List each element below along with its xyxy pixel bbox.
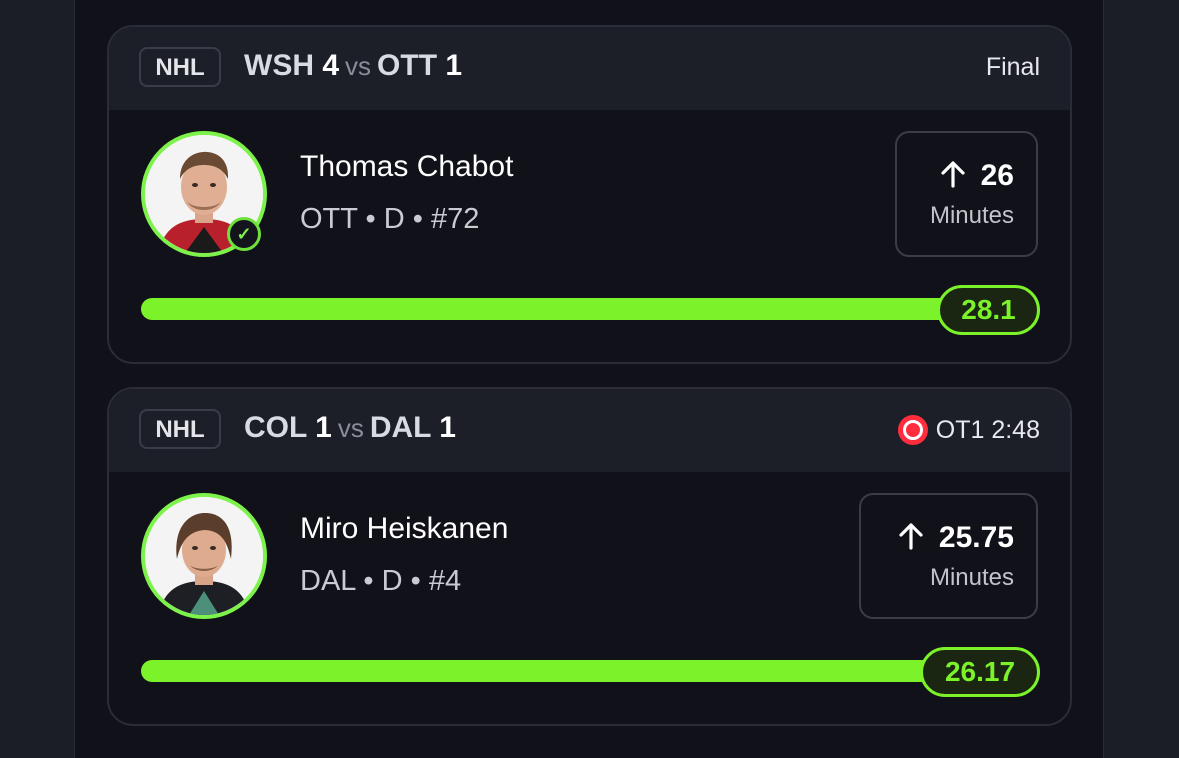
game-status-text: OT1 2:48: [935, 415, 1040, 444]
progress-value-pill: 28.1: [937, 285, 1040, 335]
stat-line: 25.75: [883, 521, 1014, 558]
up-arrow-icon: [897, 522, 925, 558]
league-badge: NHL: [139, 47, 221, 87]
prop-card[interactable]: NHL WSH 4 vs OTT 1 Final ✓ Thomas Chabot O…: [107, 25, 1072, 364]
player-name: Thomas Chabot: [300, 150, 514, 183]
player-meta: OTT • D • #72: [300, 203, 480, 235]
progress-bar: [141, 660, 986, 682]
team-b-score: 1: [445, 49, 463, 82]
check-icon: ✓: [227, 217, 261, 251]
vs-label: vs: [337, 413, 364, 443]
stat-line-value: 26: [980, 159, 1014, 192]
game-status: OT1 2:48: [897, 415, 1040, 445]
stat-line-box: 26 Minutes: [895, 131, 1038, 257]
stat-line-box: 25.75 Minutes: [859, 493, 1038, 619]
team-a: WSH: [244, 49, 314, 82]
team-b: DAL: [369, 411, 431, 444]
game-status-text: Final: [985, 53, 1040, 81]
player-meta: DAL • D • #4: [300, 565, 462, 597]
team-a: COL: [244, 411, 307, 444]
stat-label: Minutes: [929, 202, 1014, 229]
player-name: Miro Heiskanen: [300, 512, 509, 545]
vs-label: vs: [345, 51, 372, 81]
progress-bar: [141, 298, 1001, 320]
team-a-score: 1: [315, 411, 332, 444]
game-header: NHL WSH 4 vs OTT 1 Final: [109, 27, 1070, 110]
stat-label: Minutes: [929, 564, 1014, 591]
game-status: Final: [986, 53, 1040, 82]
prop-card[interactable]: NHL COL 1 vs DAL 1 OT1 2:48 Miro Heiskanen…: [107, 387, 1072, 726]
team-b: OTT: [377, 49, 438, 82]
matchup: COL 1 vs DAL 1: [244, 411, 456, 445]
progress-value-pill: 26.17: [920, 647, 1040, 697]
live-icon: [897, 415, 928, 445]
team-a-score: 4: [322, 49, 340, 82]
player-headshot-icon: [145, 497, 263, 615]
team-b-score: 1: [439, 411, 456, 444]
player-avatar[interactable]: [141, 493, 267, 619]
up-arrow-icon: [939, 160, 967, 196]
stat-line: 26: [919, 159, 1014, 196]
league-badge: NHL: [139, 409, 221, 449]
matchup: WSH 4 vs OTT 1: [244, 49, 462, 83]
stat-line-value: 25.75: [938, 521, 1014, 554]
game-header: NHL COL 1 vs DAL 1 OT1 2:48: [109, 389, 1070, 472]
